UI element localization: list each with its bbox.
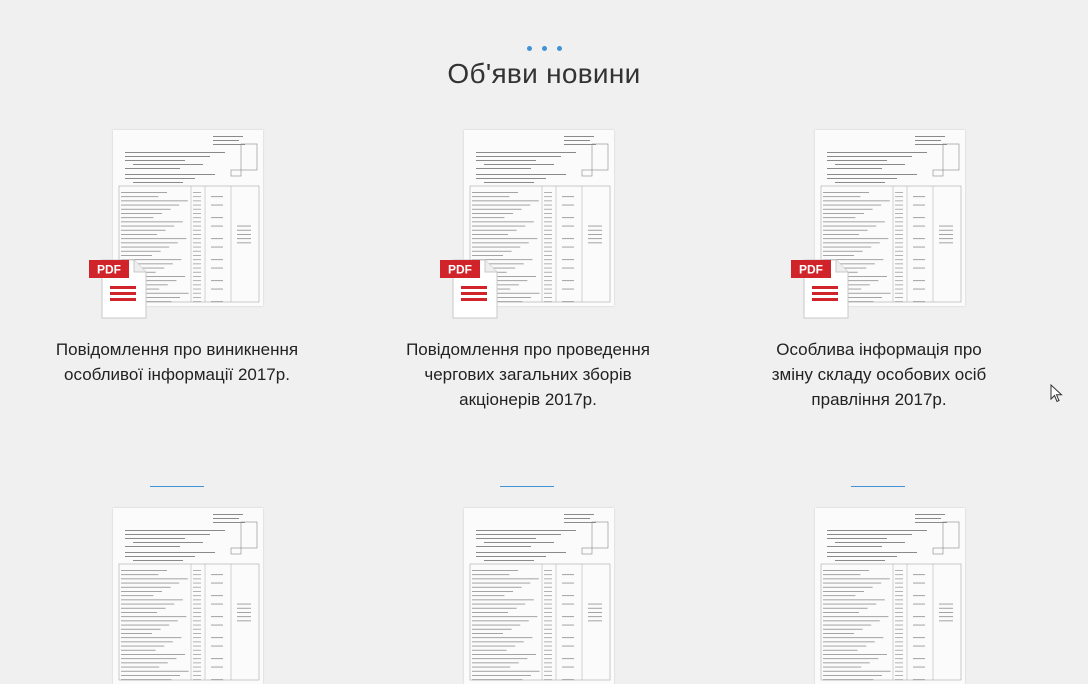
document-thumbnail[interactable] (815, 508, 965, 684)
announcement-title[interactable]: Особлива інформація про зміну складу осо… (754, 337, 1004, 412)
pdf-icon: PDF (439, 258, 499, 320)
svg-text:PDF: PDF (799, 263, 823, 277)
svg-text:PDF: PDF (97, 263, 121, 277)
pdf-icon: PDF (88, 258, 148, 320)
svg-text:PDF: PDF (448, 263, 472, 277)
pdf-icon: PDF (790, 258, 850, 320)
card-divider (851, 486, 905, 487)
card-divider (150, 486, 204, 487)
section-title: Об'яви новини (447, 58, 641, 89)
announcement-title[interactable]: Повідомлення про проведення чергових заг… (403, 337, 653, 412)
mouse-cursor-icon (1050, 384, 1063, 403)
card-divider (500, 486, 554, 487)
document-thumbnail[interactable] (113, 508, 263, 684)
announcement-title[interactable]: Повідомлення про виникнення особливої ін… (52, 337, 302, 387)
ellipsis-dots-icon (0, 38, 1088, 56)
document-thumbnail[interactable] (464, 508, 614, 684)
